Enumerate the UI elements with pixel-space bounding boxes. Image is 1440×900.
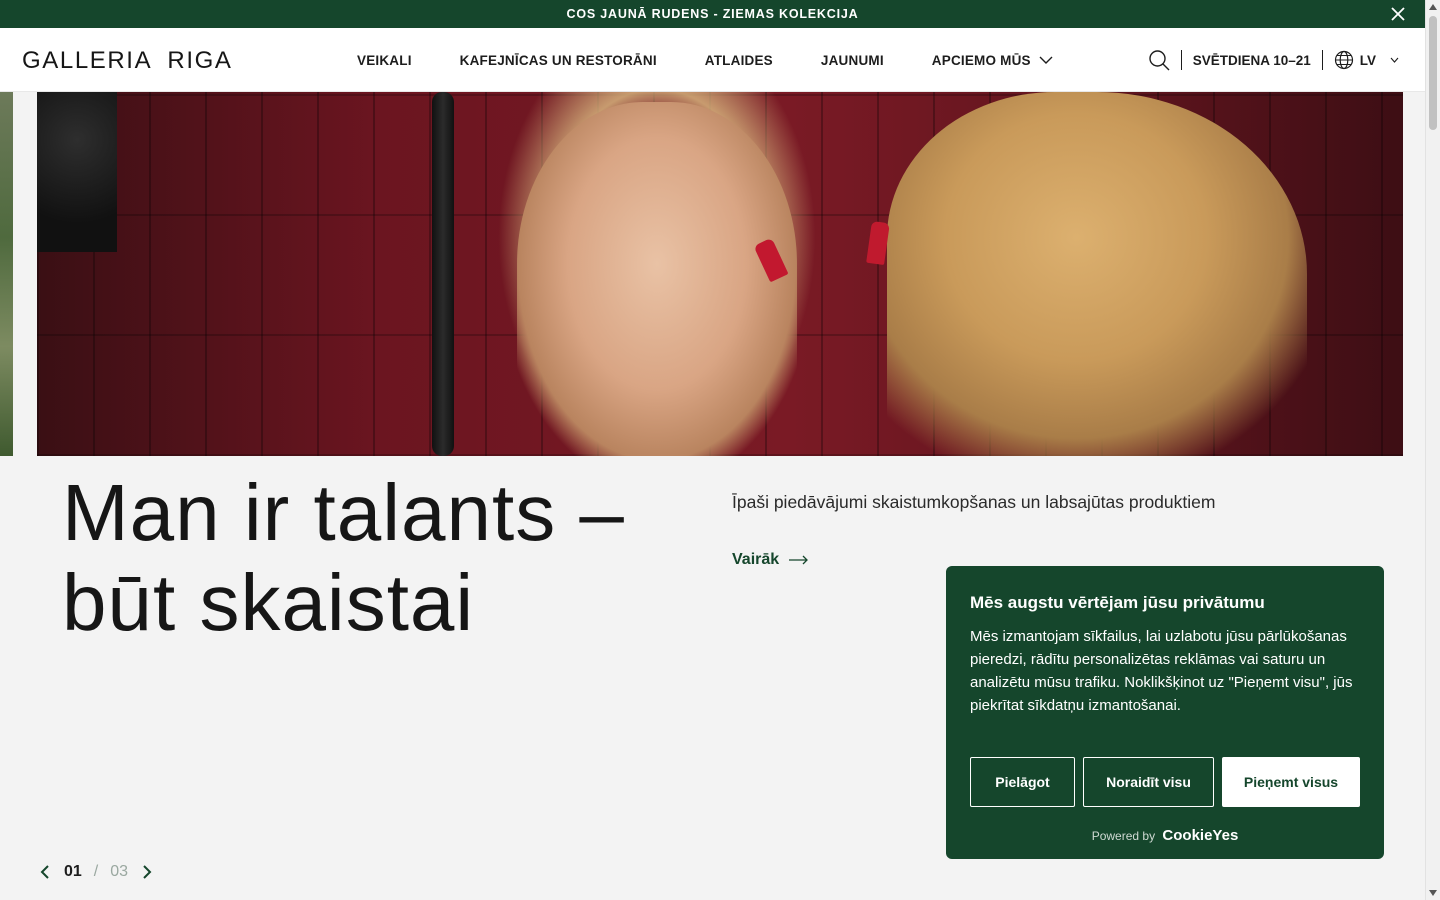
site-header: GALLERIA RIGA VEIKALI KAFEJNĪCAS UN REST… xyxy=(0,28,1425,92)
nav-label: ATLAIDES xyxy=(704,52,773,68)
current-slide: 01 xyxy=(64,863,82,880)
cookie-consent-dialog: Mēs augstu vērtējam jūsu privātumu Mēs i… xyxy=(946,566,1384,859)
announcement-text[interactable]: COS JAUNĀ RUDENS - ZIEMAS KOLEKCIJA xyxy=(567,7,859,21)
scrollbar-thumb[interactable] xyxy=(1429,16,1437,130)
nav-label: JAUNUMI xyxy=(820,52,884,68)
more-link-label: Vairāk xyxy=(732,551,780,568)
chevron-down-icon xyxy=(1039,56,1053,64)
image-detail xyxy=(517,102,797,456)
slider-pager: 01 / 03 xyxy=(38,863,154,881)
scrollbar[interactable] xyxy=(1425,0,1440,900)
more-link[interactable]: Vairāk xyxy=(732,551,809,569)
language-selector[interactable]: LV xyxy=(1334,50,1399,70)
close-icon[interactable] xyxy=(1389,5,1407,23)
cookieyes-logo[interactable]: CookieYes xyxy=(1162,827,1238,844)
scroll-down-icon[interactable] xyxy=(1429,890,1437,896)
nav-label: VEIKALI xyxy=(357,52,412,68)
header-utilities: SVĒTDIENA 10–21 LV xyxy=(1148,28,1399,92)
hero-subtitle: Īpaši piedāvājumi skaistumkopšanas un la… xyxy=(732,492,1216,512)
search-icon[interactable] xyxy=(1148,49,1170,71)
accept-all-button[interactable]: Pieņemt visus xyxy=(1222,757,1360,807)
chevron-right-icon[interactable] xyxy=(140,863,154,881)
customize-button[interactable]: Pielāgot xyxy=(970,757,1075,807)
nav-label: KAFEJNĪCAS UN RESTORĀNI xyxy=(459,52,657,68)
image-detail xyxy=(37,92,117,252)
arrow-right-icon xyxy=(789,555,809,565)
cookie-title: Mēs augstu vērtējam jūsu privātumu xyxy=(970,593,1265,612)
nav-item-news[interactable]: JAUNUMI xyxy=(821,53,884,68)
divider xyxy=(1180,50,1182,70)
hero-title: Man ir talants – būt skaistai xyxy=(62,468,625,647)
language-label: LV xyxy=(1359,52,1376,68)
pager-separator: / xyxy=(93,863,99,880)
chevron-down-icon xyxy=(1390,57,1399,63)
total-slides: 03 xyxy=(110,863,129,880)
site-logo[interactable]: GALLERIA RIGA xyxy=(22,47,232,75)
globe-icon xyxy=(1334,50,1353,70)
cookie-body: Mēs izmantojam sīkfailus, lai uzlabotu j… xyxy=(970,628,1353,714)
nav-item-stores[interactable]: VEIKALI xyxy=(357,53,412,68)
opening-hours: SVĒTDIENA 10–21 xyxy=(1192,52,1311,68)
image-detail xyxy=(432,92,454,456)
nav-item-visit-us[interactable]: APCIEMO MŪS xyxy=(932,53,1053,68)
previous-slide-peek xyxy=(0,92,13,456)
main-nav: VEIKALI KAFEJNĪCAS UN RESTORĀNI ATLAIDES… xyxy=(357,28,1053,92)
chevron-left-icon[interactable] xyxy=(38,863,52,881)
reject-all-button[interactable]: Noraidīt visu xyxy=(1083,757,1214,807)
announcement-bar: COS JAUNĀ RUDENS - ZIEMAS KOLEKCIJA xyxy=(0,0,1425,28)
divider xyxy=(1321,50,1323,70)
hero-image xyxy=(37,92,1403,456)
nav-item-discounts[interactable]: ATLAIDES xyxy=(705,53,773,68)
nav-item-cafes-restaurants[interactable]: KAFEJNĪCAS UN RESTORĀNI xyxy=(460,53,657,68)
nav-label: APCIEMO MŪS xyxy=(931,52,1031,68)
scroll-up-icon[interactable] xyxy=(1429,4,1437,10)
powered-by-label: Powered by xyxy=(1091,829,1156,843)
powered-by: Powered by CookieYes xyxy=(946,827,1384,844)
image-detail xyxy=(887,92,1307,456)
